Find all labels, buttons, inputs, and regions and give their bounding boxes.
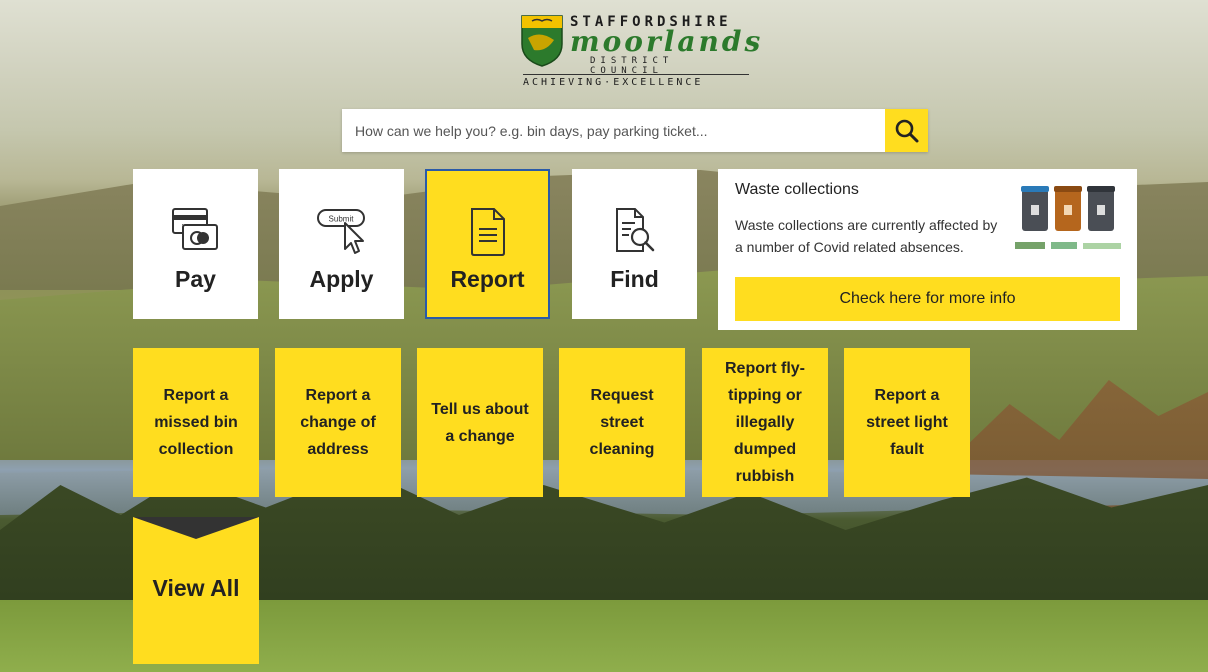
view-all-button[interactable]: View All [133,517,259,664]
request-street-cleaning-tile[interactable]: Request street cleaning [559,348,685,497]
search-icon [895,119,918,142]
tile-label: Report fly-tipping or illegally dumped r… [725,360,805,485]
waste-title: Waste collections [735,181,859,198]
search-bar [342,109,928,152]
report-missed-bin-tile[interactable]: Report a missed bin collection [133,348,259,497]
tile-find[interactable]: Find [572,169,697,319]
tile-label: Request street cleaning [589,387,655,458]
partner-logos [1015,242,1121,249]
council-logo[interactable]: STAFFORDSHIRE moorlands DISTRICT COUNCIL… [520,14,760,90]
svg-text:Submit: Submit [328,215,354,224]
council-crest-icon [521,15,563,67]
submit-cursor-icon: Submit [316,209,365,254]
tile-pay[interactable]: VISA Pay [133,169,258,319]
search-input[interactable] [342,109,882,152]
tile-label: Report a change of address [300,387,376,458]
search-button[interactable] [885,109,928,152]
payment-card-icon: VISA [171,208,218,250]
view-all-label: View All [152,575,240,601]
tile-label: Pay [175,266,216,292]
tile-apply[interactable]: Submit Apply [279,169,404,319]
tile-label: Apply [309,266,374,292]
wheelie-bins-icon [1021,186,1115,231]
logo-line-moorlands: moorlands [570,25,764,58]
tell-us-about-change-tile[interactable]: Tell us about a change [417,348,543,497]
tile-label: Report [450,266,525,292]
waste-description: Waste collections are currently affected… [735,217,998,255]
report-fly-tipping-tile[interactable]: Report fly-tipping or illegally dumped r… [702,348,828,497]
report-street-light-tile[interactable]: Report a street light fault [844,348,970,497]
logo-line-district-council: DISTRICT COUNCIL [590,56,674,76]
chevron-down-icon [133,517,259,539]
waste-collections-panel: Waste collections Waste collections are … [718,169,1137,330]
tile-label: Find [610,266,659,292]
more-info-button[interactable]: Check here for more info [735,277,1120,321]
document-search-icon [615,208,654,252]
logo-tagline: ACHIEVING·EXCELLENCE [523,74,749,88]
tile-label: Report a street light fault [866,387,948,458]
tile-report[interactable]: Report [425,169,550,319]
tile-label: Report a missed bin collection [154,387,238,458]
document-icon [470,208,505,256]
tile-label: Tell us about a change [431,400,529,445]
report-change-of-address-tile[interactable]: Report a change of address [275,348,401,497]
